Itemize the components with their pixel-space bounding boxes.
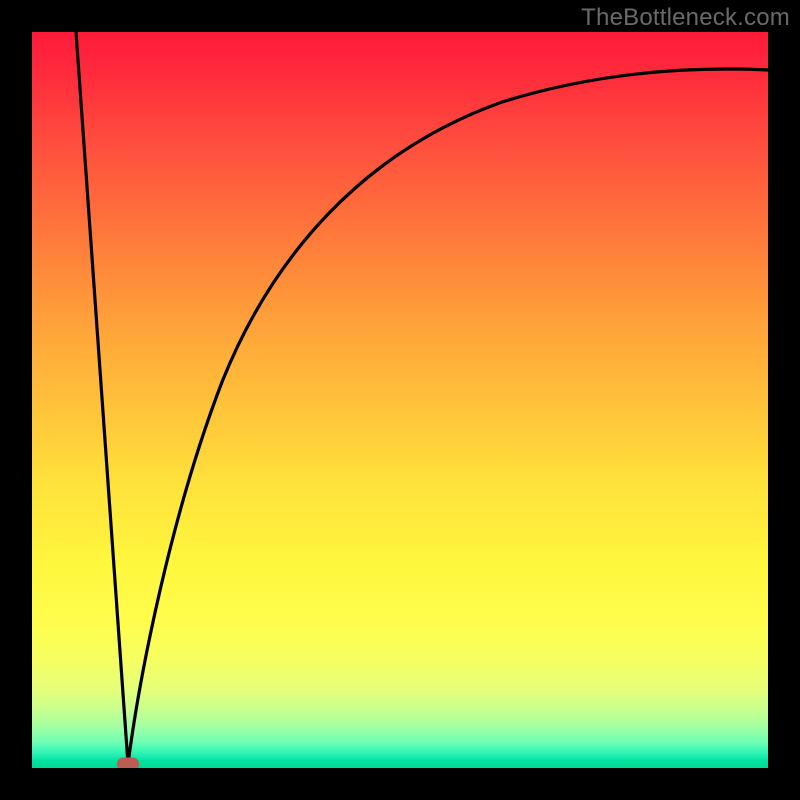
curve-layer (32, 32, 768, 768)
chart-frame: TheBottleneck.com (0, 0, 800, 800)
curve-right-branch (128, 69, 768, 764)
minimum-marker (117, 758, 139, 769)
plot-area (32, 32, 768, 768)
watermark-text: TheBottleneck.com (581, 4, 790, 32)
curve-left-branch (76, 32, 128, 764)
